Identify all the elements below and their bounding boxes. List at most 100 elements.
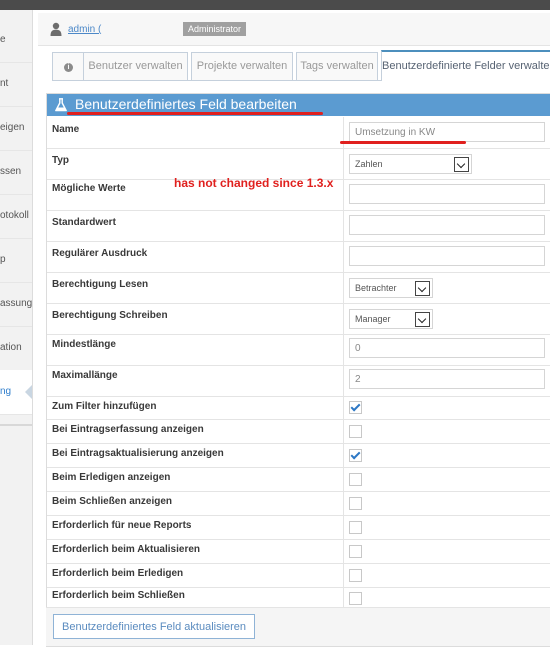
require-report-label: Erforderlich für neue Reports (52, 520, 192, 531)
sidebar-item-1[interactable]: e (0, 18, 32, 63)
form-row-max-length: Maximallänge 2 (47, 365, 550, 397)
form-row-read-access: Berechtigung Lesen Betrachter (47, 272, 550, 304)
display-resolved-checkbox[interactable] (349, 473, 362, 486)
sidebar-item-3[interactable]: eigen (0, 106, 32, 151)
sidebar-item-4[interactable]: ssen (0, 150, 32, 195)
form-footer: Benutzerdefiniertes Feld aktualisieren (46, 607, 550, 646)
sidebar-item-label: p (0, 254, 6, 265)
read-access-value: Betrachter (355, 283, 397, 293)
name-underline-annotation (340, 141, 466, 144)
sidebar-item-8[interactable]: ation (0, 326, 32, 371)
user-icon (50, 22, 62, 36)
sidebar-item-label: otokoll (0, 210, 29, 221)
cell-divider (343, 587, 344, 607)
write-access-value: Manager (355, 314, 391, 324)
title-underline-annotation (67, 112, 323, 115)
cell-divider (343, 515, 344, 539)
sidebar-item-label: nt (0, 78, 9, 89)
form-row-checkbox: Erforderlich beim Aktualisieren (47, 539, 550, 564)
sidebar-item-2[interactable]: nt (0, 62, 32, 107)
sidebar-divider (0, 424, 32, 426)
name-label: Name (52, 124, 80, 135)
cell-divider (343, 539, 344, 563)
sidebar-item-active[interactable]: ng (0, 370, 32, 415)
sidebar-item-label: eigen (0, 122, 25, 133)
default-value-label: Standardwert (52, 217, 116, 228)
tab-manage-tags[interactable]: Tags verwalten (296, 52, 378, 80)
require-closed-checkbox[interactable] (349, 592, 362, 605)
top-navbar (0, 0, 550, 10)
form-row-name: Name Umsetzung in KW (47, 117, 550, 149)
type-label: Typ (52, 155, 70, 166)
type-select[interactable]: Zahlen (349, 154, 472, 174)
chevron-down-icon (454, 157, 469, 172)
require-resolved-label: Erforderlich beim Erledigen (52, 568, 184, 579)
form-row-min-length: Mindestlänge 0 (47, 334, 550, 366)
annotation-note: has not changed since 1.3.x (174, 176, 334, 190)
tab-manage-custom-fields[interactable]: Benutzerdefinierte Felder verwalten (381, 50, 550, 81)
update-custom-field-button[interactable]: Benutzerdefiniertes Feld aktualisieren (53, 614, 256, 639)
tab-manage-projects[interactable]: Projekte verwalten (191, 52, 293, 80)
sidebar-item-7[interactable]: assung (0, 282, 32, 327)
role-badge: Administrator (183, 22, 247, 36)
display-closed-checkbox[interactable] (349, 497, 362, 510)
chevron-down-icon (415, 312, 430, 327)
name-input[interactable]: Umsetzung in KW (349, 122, 545, 142)
read-access-select[interactable]: Betrachter (349, 278, 433, 298)
cell-divider (343, 467, 344, 491)
sidebar-item-label: assung (0, 298, 32, 309)
require-report-checkbox[interactable] (349, 521, 362, 534)
chevron-down-icon (415, 281, 430, 296)
min-length-label: Mindestlänge (52, 339, 116, 350)
cell-divider (343, 241, 344, 272)
possible-values-label: Mögliche Werte (52, 183, 126, 194)
tab-info[interactable]: i (52, 52, 85, 80)
display-update-checkbox[interactable] (349, 449, 362, 462)
redacted-area (112, 22, 178, 36)
min-length-input[interactable]: 0 (349, 338, 545, 358)
sidebar-item-6[interactable]: p (0, 238, 32, 283)
sidebar-item-label: ation (0, 342, 22, 353)
tab-bar: i Benutzer verwalten Projekte verwalten … (52, 50, 550, 81)
write-access-label: Berechtigung Schreiben (52, 310, 168, 321)
write-access-select[interactable]: Manager (349, 309, 433, 329)
cell-divider (343, 272, 344, 303)
cell-divider (343, 419, 344, 443)
form-row-write-access: Berechtigung Schreiben Manager (47, 303, 550, 335)
tab-manage-users[interactable]: Benutzer verwalten (83, 52, 188, 80)
regex-input[interactable] (349, 246, 545, 266)
read-access-label: Berechtigung Lesen (52, 279, 149, 290)
form-row-checkbox: Erforderlich beim Erledigen (47, 563, 550, 588)
user-bar: admin ( Administrator (38, 13, 550, 46)
sidebar-item-label: ng (0, 386, 12, 397)
add-to-filter-checkbox[interactable] (349, 401, 362, 414)
cell-divider (343, 210, 344, 241)
form-row-checkbox: Zum Filter hinzufügen (47, 396, 550, 420)
display-report-checkbox[interactable] (349, 425, 362, 438)
sidebar-item-5[interactable]: otokoll (0, 194, 32, 239)
cell-divider (343, 396, 344, 419)
flask-icon (55, 98, 67, 112)
display-report-label: Bei Eintragserfassung anzeigen (52, 424, 204, 435)
cell-divider (343, 334, 344, 365)
form-row-checkbox: Erforderlich für neue Reports (47, 515, 550, 540)
cell-divider (343, 443, 344, 467)
sidebar-item-label: ssen (0, 166, 22, 177)
display-resolved-label: Beim Erledigen anzeigen (52, 472, 171, 483)
possible-values-input[interactable] (349, 184, 545, 204)
default-value-input[interactable] (349, 215, 545, 235)
require-update-checkbox[interactable] (349, 545, 362, 558)
user-name-link[interactable]: admin ( (68, 24, 101, 35)
form-row-checkbox: Erforderlich beim Schließen (47, 587, 550, 608)
form-row-checkbox: Beim Erledigen anzeigen (47, 467, 550, 492)
info-icon: i (64, 63, 73, 72)
form-row-checkbox: Beim Schließen anzeigen (47, 491, 550, 516)
require-resolved-checkbox[interactable] (349, 569, 362, 582)
cell-divider (343, 148, 344, 179)
max-length-input[interactable]: 2 (349, 369, 545, 389)
panel-title: Benutzerdefiniertes Feld bearbeiten (75, 96, 297, 112)
add-to-filter-label: Zum Filter hinzufügen (52, 401, 157, 412)
form-row-checkbox: Bei Eintragserfassung anzeigen (47, 419, 550, 444)
display-closed-label: Beim Schließen anzeigen (52, 496, 173, 507)
cell-divider (343, 365, 344, 396)
